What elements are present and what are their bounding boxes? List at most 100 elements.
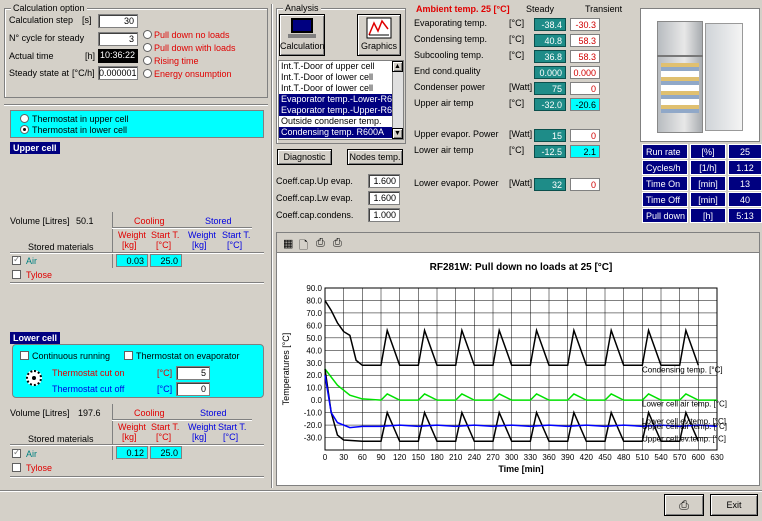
lower-cooling-start-header: Start T. [151,422,180,432]
coeff-cond-input[interactable]: 1.000 [368,208,400,222]
lower-air-start[interactable]: 25.0 [150,446,182,459]
calc-step-input[interactable]: 30 [98,14,138,28]
computer-icon-base [288,34,316,38]
x-tick-label: 390 [561,453,575,462]
series-list-item[interactable]: Evaporator temp.-Lower-R60 [279,94,403,105]
scroll-up-button[interactable]: ▲ [392,61,403,72]
upper-stored-start-header: Start T. [222,230,251,240]
lower-air-weight[interactable]: 0.12 [116,446,148,459]
coeff-lw-input[interactable]: 1.600 [368,191,400,205]
upper-table-divider [112,212,113,268]
thermostat-upper-radio[interactable] [20,114,29,123]
series-list-item[interactable]: Int.T.-Door of lower cell [279,72,403,83]
steady-state-label: Steady state at [9,68,70,78]
y-tick-label: 40.0 [306,346,322,355]
result-transient-value: 58.3 [570,50,600,63]
lower-air-checkbox[interactable] [12,447,21,458]
actual-time-unit: [h] [85,51,96,61]
cut-off-input[interactable]: 0 [176,382,210,396]
graph-series-list[interactable]: Int.T.-Door of upper cell Int.T.-Door of … [278,60,404,140]
result-label: Lower air temp [414,145,474,155]
lower-tylose-checkbox[interactable] [12,463,21,472]
x-tick-label: 360 [542,453,556,462]
print-icon[interactable]: ⎙ [316,237,325,250]
vertical-divider [271,4,273,488]
result-unit: [Watt] [509,82,533,92]
lower-stored-start-unit: [°C] [223,432,239,442]
result-unit: [°C] [509,18,525,28]
summary-row: Time Off [min] 40 [640,192,762,207]
mode-radio-pull-down-no-loads[interactable] [143,30,152,39]
graphics-button[interactable]: Graphics [357,14,401,56]
summary-label: Time On [642,176,688,191]
upper-air-start[interactable]: 25.0 [150,254,182,267]
mode-radio-pull-down-with-loads[interactable] [143,43,152,52]
fridge-open-door [705,23,743,131]
upper-air-weight[interactable]: 0.03 [116,254,148,267]
y-tick-label: 60.0 [306,321,322,330]
upper-tylose-checkbox[interactable] [12,270,21,279]
lower-stored-header: Stored [200,408,227,418]
x-tick-label: 270 [486,453,500,462]
upper-tylose-label: Tylose [26,270,53,280]
upper-volume-value: 50.1 [76,216,94,226]
chart-title: RF281W: Pull down no loads at 25 [°C] [430,262,613,273]
series-list-item[interactable]: Condensing temp. R600A [279,127,403,138]
summary-label: Cycles/h [642,160,688,175]
result-label: Condenser power [414,82,486,92]
lower-table-divider [112,404,113,460]
lower-cell-title: Lower cell [10,332,61,344]
coeff-lw-label: Coeff.cap.Lw evap. [276,193,353,203]
x-tick-label: 0 [323,453,328,462]
result-steady-value: 15 [534,129,566,142]
mode-radio-rising-time[interactable] [143,56,152,65]
upper-air-checkbox[interactable] [12,254,21,265]
series-list-item[interactable]: Evaporator temp.-Upper-R60 [279,105,403,116]
thermostat-evaporator-label: Thermostat on evaporator [136,351,240,361]
steady-state-input[interactable]: 0.000001 [98,66,138,80]
thermostat-evaporator-checkbox[interactable] [124,351,133,360]
diagnostic-button[interactable]: Diagnostic [277,149,332,165]
result-label: Upper evapor. Power [414,129,499,139]
series-list-item[interactable]: Int.T.-Door of upper cell [279,61,403,72]
ambient-temp-label: Ambient temp. 25 [°C] [416,4,510,14]
x-tick-label: 480 [617,453,631,462]
thermostat-lower-radio[interactable] [20,125,29,134]
ncycle-input[interactable]: 3 [98,32,138,46]
fridge-shelf-items [661,63,699,113]
lower-cooling-header: Cooling [134,408,165,418]
series-list-item[interactable]: Int.T.-Door of lower cell [279,83,403,94]
y-axis-label: Temperatures [°C] [281,333,291,406]
scroll-down-button[interactable]: ▼ [392,128,403,139]
result-transient-value: 0.000 [570,66,600,79]
lower-stored-start-header: Start T. [218,422,247,432]
series-list-item[interactable]: Outside condenser temp. [279,116,403,127]
result-unit: [°C] [509,98,525,108]
lower-cooling-weight-unit: [kg] [122,432,137,442]
summary-label: Time Off [642,192,688,207]
calculation-button[interactable]: Calculation [279,14,325,56]
result-steady-value: -38.4 [534,18,566,31]
print-setup-icon[interactable]: ⎙ [333,237,342,250]
summary-row: Pull down [h] 5:13 [640,208,762,223]
cut-on-input[interactable]: 5 [176,366,210,380]
y-tick-label: 10.0 [306,384,322,393]
calc-step-label: Calculation step [9,15,74,25]
upper-stored-header: Stored [205,216,232,226]
summary-label: Run rate [642,144,688,159]
coeff-cond-label: Coeff.cap.condens. [276,210,354,220]
table-icon[interactable]: ▦ [283,237,293,250]
print-button[interactable]: ⎙ [664,494,704,516]
summary-unit: [min] [690,176,726,191]
calc-legend: Calculation option [11,3,87,13]
result-transient-value: 2.1 [570,145,600,158]
x-tick-label: 600 [692,453,706,462]
continuous-running-checkbox[interactable] [20,351,29,360]
upper-stored-weight-unit: [kg] [192,240,207,250]
x-tick-label: 510 [636,453,650,462]
summary-value: 5:13 [728,208,762,223]
exit-button[interactable]: Exit [710,494,758,516]
coeff-up-input[interactable]: 1.600 [368,174,400,188]
nodes-temp-button[interactable]: Nodes temp. [347,149,403,165]
mode-radio-energy-consumption[interactable] [143,69,152,78]
